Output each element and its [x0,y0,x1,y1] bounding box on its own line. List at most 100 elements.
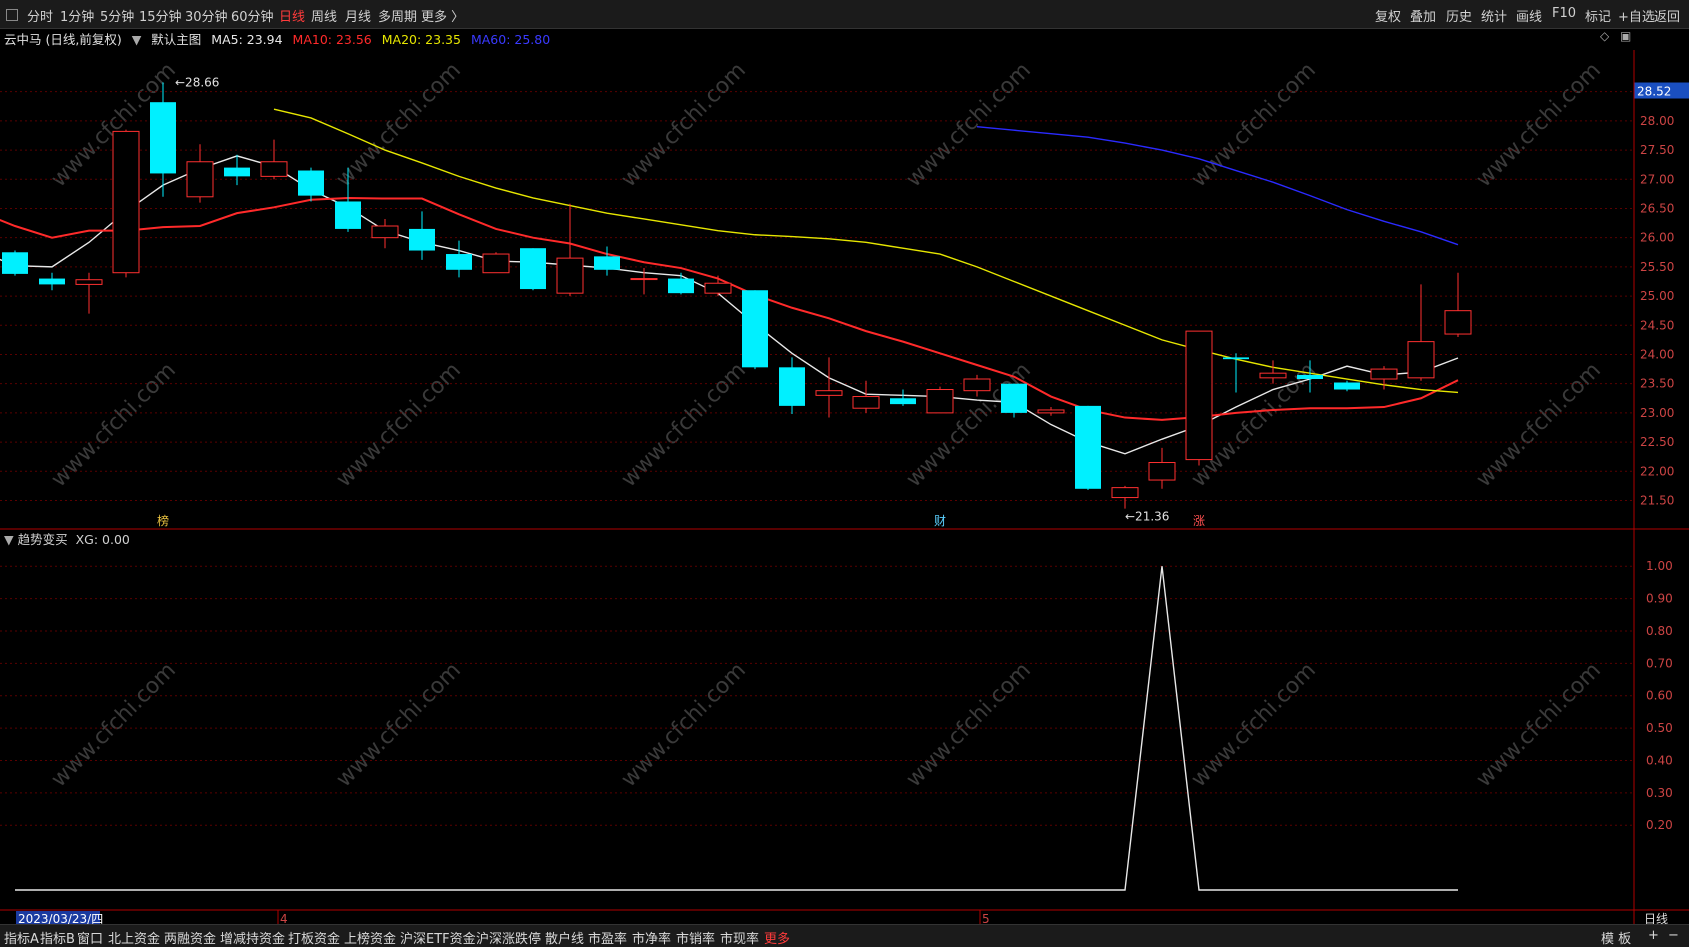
toolbar-left-icon[interactable] [6,9,18,21]
candle-body [446,254,472,270]
bottom-tab-pb[interactable]: 市净率 [632,928,671,947]
candle-body [482,253,510,274]
candle-body [1001,383,1027,413]
event-mark: 财 [934,514,946,528]
indicator-collapse-icon[interactable]: ▼ [4,532,14,547]
bottom-tab-pcf[interactable]: 市现率 [720,928,759,947]
candle-body [186,161,214,198]
y-tick-label: 0.60 [1646,689,1673,703]
watermark-text: www.cfchi.com [332,358,466,492]
y-tick-label: 23.00 [1640,406,1674,420]
draw-line-button[interactable]: 画线 [1516,6,1542,25]
tab-multi-period[interactable]: 多周期 [378,6,417,25]
bottom-tab-more[interactable]: 更多 [764,928,790,947]
zoom-in-button[interactable]: + [1648,928,1659,943]
indicator-title[interactable]: 趋势变买 [18,532,68,547]
candle-body [1334,382,1360,390]
candle-body [335,201,361,229]
collapse-icon[interactable]: ▼ [132,32,142,47]
candle-body [852,396,880,409]
candle-body [926,389,954,414]
watermark-text: www.cfchi.com [1187,658,1321,792]
bottom-tab-indicator-a[interactable]: 指标A [4,928,39,947]
f10-button[interactable]: F10 [1552,6,1576,21]
tab-1min[interactable]: 1分钟 [60,6,94,25]
price-badge-text: 28.52 [1637,85,1671,99]
ma10-label: MA10: 23.56 [292,32,372,47]
watermark-text: www.cfchi.com [1472,358,1606,492]
date-label: 2023/03/23/四 [18,912,103,924]
bottom-tab-northbound[interactable]: 北上资金 [108,928,160,947]
history-button[interactable]: 历史 [1446,6,1472,25]
bottom-tab-limit-stats[interactable]: 沪深涨跌停 [476,928,541,947]
mark-button[interactable]: 标记 [1585,6,1611,25]
tab-5min[interactable]: 5分钟 [100,6,134,25]
y-tick-label: 26.00 [1640,231,1674,245]
candle-body [1185,330,1213,461]
month-label: 4 [280,912,288,924]
y-tick-label: 24.00 [1640,347,1674,361]
bottom-tab-pe[interactable]: 市盈率 [588,928,627,947]
watermark-text: www.cfchi.com [617,358,751,492]
diamond-icon[interactable]: ◇ [1600,29,1609,43]
y-tick-label: 0.80 [1646,624,1673,638]
y-tick-label: 0.50 [1646,721,1673,735]
bottom-tab-margin[interactable]: 两融资金 [164,928,216,947]
candle-body [779,367,805,406]
candle-body [890,398,916,405]
tab-weekly[interactable]: 周线 [311,6,337,25]
indicator-info-bar: ▼ 趋势变买 XG: 0.00 [4,529,130,548]
watermark-text: www.cfchi.com [47,358,181,492]
y-tick-label: 0.20 [1646,818,1673,832]
y-tick-label: 25.00 [1640,289,1674,303]
bottom-tab-window[interactable]: 窗口 [77,928,103,947]
tab-monthly[interactable]: 月线 [345,6,371,25]
candle-body [1370,368,1398,380]
tab-15min[interactable]: 15分钟 [139,6,182,25]
back-button[interactable]: 返回 [1654,6,1680,25]
window-icon[interactable]: ▣ [1620,29,1631,43]
bottom-tab-holdings[interactable]: 增减持资金 [220,928,285,947]
y-tick-label: 28.00 [1640,114,1674,128]
y-tick-label: 22.00 [1640,464,1674,478]
stock-title: 云中马 (日线,前复权) [4,32,122,47]
watermark-text: www.cfchi.com [617,58,751,192]
y-tick-label: 24.50 [1640,318,1674,332]
tab-more[interactable]: 更多 〉 [421,6,464,25]
overlay-button[interactable]: 叠加 [1410,6,1436,25]
candle-body [75,279,103,285]
main-title[interactable]: 默认主图 [151,32,201,47]
ma60-label: MA60: 25.80 [470,32,551,47]
statistics-button[interactable]: 统计 [1481,6,1507,25]
indicator-value: XG: 0.00 [75,532,130,547]
candle-body [594,256,620,270]
ma5-label: MA5: 23.94 [211,32,283,47]
bottom-tab-billboard[interactable]: 上榜资金 [344,928,396,947]
candle-body [1223,357,1249,360]
watermark-text: www.cfchi.com [617,658,751,792]
bottom-tab-limit-up[interactable]: 打板资金 [288,928,340,947]
y-tick-label: 0.90 [1646,592,1673,606]
tab-30min[interactable]: 30分钟 [185,6,228,25]
ma-line-ma20 [273,108,1459,394]
watermark-text: www.cfchi.com [902,58,1036,192]
candle-body [260,161,288,177]
bottom-tab-indicator-b[interactable]: 指标B [40,928,75,947]
candle-body [2,252,28,274]
y-tick-label: 23.50 [1640,377,1674,391]
bottom-tab-retail-line[interactable]: 散户线 [545,928,584,947]
candle-body [1148,462,1176,481]
tab-60min[interactable]: 60分钟 [231,6,274,25]
tab-daily[interactable]: 日线 [279,6,305,25]
bottom-tab-ps[interactable]: 市销率 [676,928,715,947]
kline-chart: www.cfchi.com www.cfchi.com www.cfchi.com w… [0,50,1689,924]
tab-fenshi[interactable]: 分时 [27,6,53,25]
restore-rights-button[interactable]: 复权 [1375,6,1401,25]
bottom-tab-etf[interactable]: 沪深ETF资金 [400,928,476,947]
add-watchlist-button[interactable]: +自选 [1618,6,1655,25]
candle-body [1444,310,1472,335]
ma-line-ma5 [0,155,1459,455]
candle-body [224,167,250,177]
template-button[interactable]: 模 板 [1601,928,1631,947]
zoom-out-button[interactable]: − [1668,928,1679,943]
